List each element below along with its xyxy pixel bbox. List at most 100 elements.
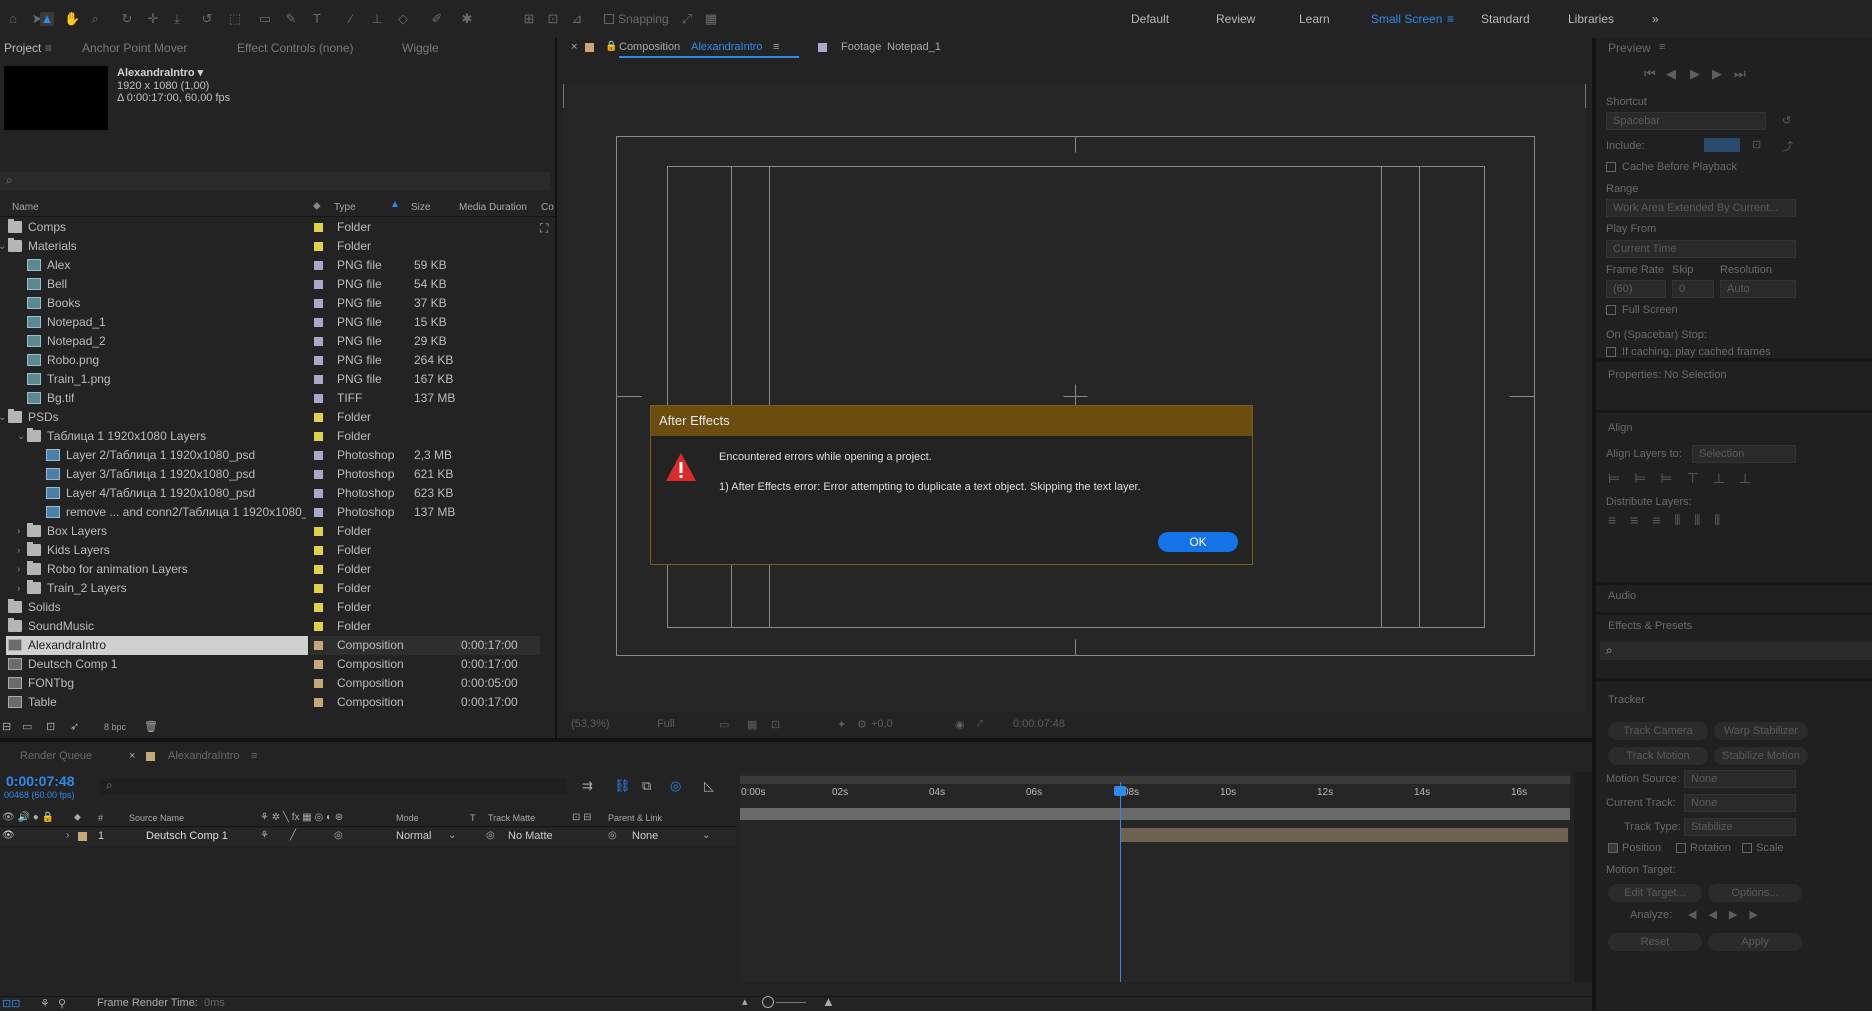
visibility-icon[interactable]: 👁 [2, 830, 15, 841]
puppet-tool-icon[interactable]: ✱ [460, 12, 474, 26]
label-color-swatch[interactable] [314, 565, 323, 574]
collapse-right-icon[interactable]: › [17, 522, 20, 541]
snap-grid-icon[interactable]: ▦ [704, 12, 718, 26]
tab-project[interactable]: Project [4, 41, 41, 55]
tab-effect-controls[interactable]: Effect Controls (none) [237, 41, 354, 55]
time-ruler[interactable]: 0:00s 02s 04s 06s 08s 10s 12s 14s 16s [740, 787, 1570, 803]
selection-arrow-icon[interactable]: ▲ [40, 12, 54, 26]
track-camera-button[interactable]: Track Camera [1608, 722, 1708, 740]
workspace-libraries[interactable]: Libraries [1568, 12, 1614, 26]
project-item-row[interactable]: ⌄ PSDs Folder [0, 408, 540, 427]
pen-tool-icon[interactable]: ✎ [284, 12, 298, 26]
project-item-row[interactable]: Bell PNG file 54 KB [0, 275, 540, 294]
type-tool-icon[interactable]: T [310, 12, 324, 26]
expand-down-icon[interactable]: ⌄ [0, 237, 6, 256]
project-item-row[interactable]: SoundMusic Folder [0, 617, 540, 636]
project-item-row[interactable]: Comps Folder [0, 218, 540, 237]
collapse-right-icon[interactable]: › [17, 579, 20, 598]
graph-editor-icon[interactable]: ◺ [704, 778, 714, 794]
project-item-row[interactable]: Train_1.png PNG file 167 KB [0, 370, 540, 389]
world-axis-icon[interactable]: ⊡ [546, 12, 560, 26]
layer-duration-bar[interactable] [1120, 828, 1568, 842]
play-icon[interactable]: ▶ [1690, 66, 1700, 82]
toggle-switches-icon[interactable]: ⊡⊡ [2, 997, 20, 1010]
composition-flowchart-icon[interactable]: ⇉ [582, 778, 593, 794]
zoom-in-icon[interactable]: ▲ [822, 994, 835, 1009]
show-channel-icon[interactable]: ✦ [837, 718, 846, 731]
effects-search-field[interactable]: ⌕ [1600, 642, 1872, 660]
workspace-standard[interactable]: Standard [1481, 12, 1530, 26]
tab-footage-notepad1[interactable]: Notepad_1 [887, 41, 941, 53]
camera-options-icon[interactable]: ▭ [719, 718, 729, 731]
timeline-current-time[interactable]: 0:00:07:48 [6, 773, 75, 789]
project-item-row[interactable]: Layer 4/Таблица 1 1920x1080_psd Photoshop… [0, 484, 540, 503]
timeline-scrollbar[interactable] [1574, 772, 1592, 982]
play-from-dropdown[interactable]: Current Time [1606, 240, 1796, 258]
zoom-tool-icon[interactable]: ⌕ [88, 12, 102, 26]
column-name[interactable]: Name [12, 202, 39, 213]
ok-button[interactable]: OK [1158, 532, 1238, 552]
rotation-checkbox[interactable] [1676, 843, 1686, 853]
reset-button[interactable]: Reset [1608, 933, 1702, 951]
layer-mode-dropdown[interactable]: Normal [396, 830, 431, 842]
include-overlays-icon[interactable]: ⊡ [1752, 138, 1761, 151]
column-size[interactable]: Size [411, 202, 430, 213]
label-color-swatch[interactable] [314, 546, 323, 555]
collapse-switch-icon[interactable]: ⚘ [260, 830, 269, 841]
project-item-row[interactable]: › Box Layers Folder [0, 522, 540, 541]
pan-behind-icon[interactable]: ⤓ [170, 12, 184, 26]
matte-pickwhip-icon[interactable]: ◎ [486, 830, 495, 841]
show-snapshot-icon[interactable]: ⤤ [977, 718, 983, 731]
project-item-row[interactable]: Alex PNG file 59 KB [0, 256, 540, 275]
align-buttons[interactable]: ⊨⊨⊨⊤⊥⊥ [1608, 470, 1765, 487]
current-track-dropdown[interactable]: None [1684, 794, 1796, 812]
column-parent-link[interactable]: Parent & Link [608, 813, 662, 823]
project-item-row[interactable]: Robo.png PNG file 264 KB [0, 351, 540, 370]
distribute-buttons[interactable]: ≡≡≡⫴⫴⫴ [1608, 512, 1734, 529]
home-icon[interactable]: ⌂ [6, 12, 20, 26]
workspace-default[interactable]: Default [1131, 12, 1169, 26]
hand-tool-icon[interactable]: ✋ [64, 12, 80, 26]
snap-options-icon[interactable]: ⤢ [680, 12, 694, 26]
label-color-swatch[interactable] [314, 337, 323, 346]
zoom-slider-thumb[interactable] [762, 996, 774, 1008]
label-color-swatch[interactable] [314, 318, 323, 327]
label-color-swatch[interactable] [314, 489, 323, 498]
quality-switch-icon[interactable]: ╱ [290, 830, 296, 841]
comp-tab-menu-icon[interactable]: ≡ [773, 41, 779, 53]
full-screen-checkbox[interactable] [1606, 305, 1616, 315]
column-track-matte[interactable]: Track Matte [488, 813, 535, 823]
label-color-swatch[interactable] [314, 622, 323, 631]
scale-checkbox[interactable] [1742, 843, 1752, 853]
project-item-row[interactable]: Books PNG file 37 KB [0, 294, 540, 313]
work-area-bar[interactable] [740, 776, 1570, 784]
label-color-swatch[interactable] [314, 679, 323, 688]
eraser-tool-icon[interactable]: ◇ [396, 12, 410, 26]
layer-row[interactable]: 👁 › 1 Deutsch Comp 1 ⚘ ╱ ◎ Normal ⌄ ◎ No… [0, 828, 736, 846]
project-item-row[interactable]: Solids Folder [0, 598, 540, 617]
position-checkbox[interactable] [1608, 843, 1618, 853]
tab-render-queue[interactable]: Render Queue [20, 750, 92, 762]
workspace-small-screen[interactable]: Small Screen [1371, 12, 1442, 26]
workspace-review[interactable]: Review [1216, 12, 1255, 26]
tab-wiggle[interactable]: Wiggle [402, 41, 439, 55]
prev-frame-icon[interactable]: ◀ [1666, 66, 1676, 82]
range-dropdown[interactable]: Work Area Extended By Current... [1606, 199, 1796, 217]
layer-source-name[interactable]: Deutsch Comp 1 [146, 830, 228, 842]
tab-composition-alexandraintro[interactable]: AlexandraIntro [691, 41, 763, 53]
project-item-row[interactable]: Layer 2/Таблица 1 1920x1080_psd Photoshop… [0, 446, 540, 465]
expand-down-icon[interactable]: ⌄ [17, 427, 25, 446]
tab-project-menu-icon[interactable]: ≡ [45, 41, 52, 55]
render-icon[interactable]: ➶ [70, 720, 79, 733]
track-motion-button[interactable]: Track Motion [1608, 747, 1708, 765]
label-color-swatch[interactable] [314, 451, 323, 460]
project-item-row[interactable]: FONTbg Composition 0:00:05:00 [0, 674, 540, 693]
timeline-menu-icon[interactable]: ≡ [251, 750, 257, 762]
project-item-row[interactable]: Notepad_1 PNG file 15 KB [0, 313, 540, 332]
viewer-current-time[interactable]: 0:00:07:48 [1013, 718, 1065, 730]
align-layers-to-dropdown[interactable]: Selection [1692, 445, 1796, 463]
project-comp-name[interactable]: AlexandraIntro ▾ [117, 66, 203, 79]
first-frame-icon[interactable]: ⏮ [1644, 66, 1656, 82]
reset-shortcut-icon[interactable]: ↺ [1782, 114, 1791, 127]
include-video-audio-toggle[interactable] [1704, 138, 1740, 152]
